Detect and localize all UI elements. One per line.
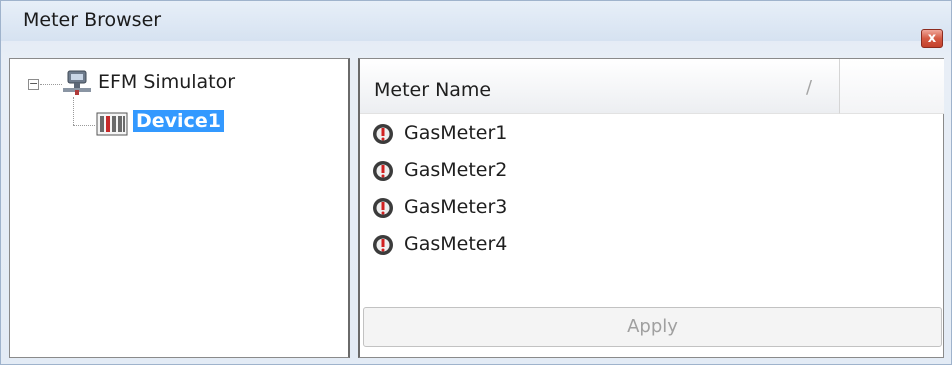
- close-icon: x: [927, 31, 937, 46]
- close-button[interactable]: x: [921, 29, 943, 48]
- title-bar: Meter Browser x: [1, 1, 951, 48]
- tree-connector: [40, 84, 62, 85]
- column-header-label: Meter Name: [374, 79, 492, 101]
- collapse-icon[interactable]: −: [28, 78, 39, 90]
- meter-name: GasMeter3: [404, 196, 508, 218]
- meter-icon: [373, 161, 393, 181]
- window-title: Meter Browser: [23, 9, 162, 31]
- meter-icon: [373, 235, 393, 255]
- tree-node-efm-simulator[interactable]: EFM Simulator: [98, 71, 235, 93]
- apply-button[interactable]: Apply: [363, 307, 942, 347]
- meter-name: GasMeter2: [404, 159, 508, 181]
- meter-icon: [373, 124, 393, 144]
- meter-name: GasMeter1: [404, 122, 508, 144]
- list-item[interactable]: GasMeter4: [368, 227, 928, 263]
- tree-connector: [73, 125, 95, 126]
- meter-name-column-header[interactable]: Meter Name /: [360, 59, 840, 114]
- meter-name: GasMeter4: [404, 233, 508, 255]
- meter-list: Meter Name / GasMeter1 GasMeter2 GasMete…: [358, 58, 944, 358]
- sort-indicator-icon: /: [806, 77, 813, 98]
- network-server-icon: [63, 70, 91, 95]
- empty-column-header: [840, 59, 944, 114]
- list-item[interactable]: GasMeter2: [368, 153, 928, 189]
- list-item[interactable]: GasMeter3: [368, 190, 928, 226]
- tree-node-device1[interactable]: Device1: [133, 110, 224, 132]
- device-icon: [96, 112, 128, 136]
- device-tree[interactable]: − EFM Simulator Device1: [9, 58, 350, 358]
- tree-connector: [73, 97, 74, 125]
- meter-icon: [373, 198, 393, 218]
- meter-browser-window: Meter Browser x − EFM Simulator Device1: [0, 0, 952, 365]
- list-item[interactable]: GasMeter1: [368, 116, 928, 152]
